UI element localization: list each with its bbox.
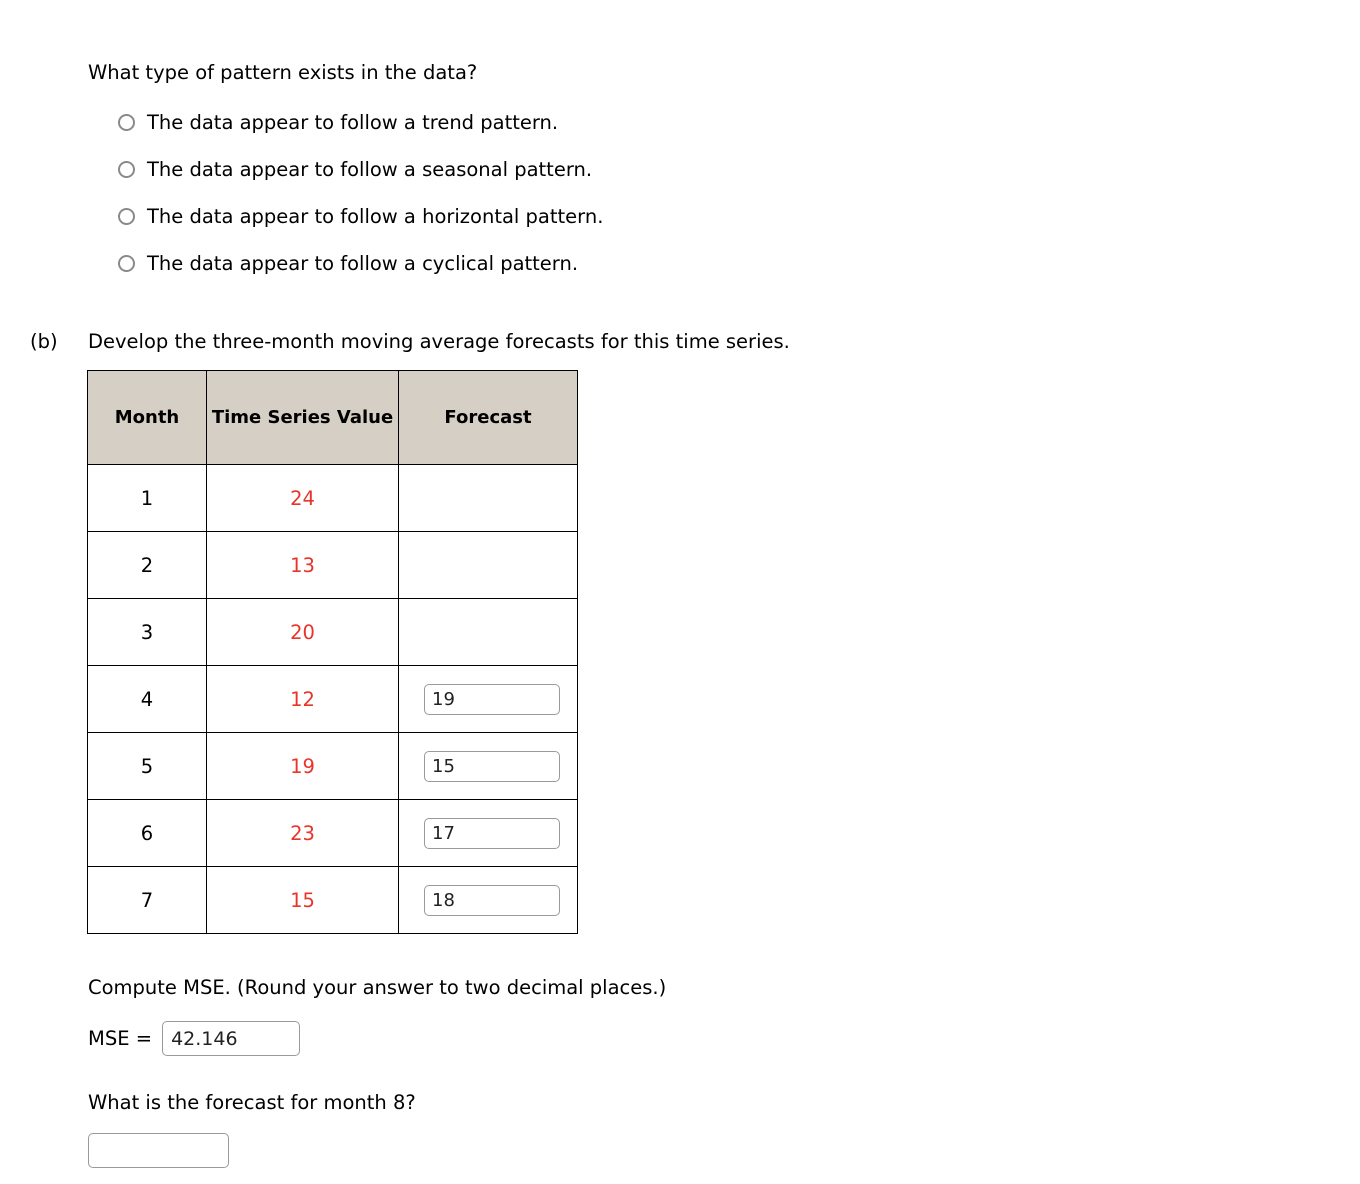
table-row: 7 15 18 — [87, 866, 578, 934]
part-b-text: Develop the three-month moving average f… — [88, 330, 790, 353]
column-header-time-series-value: Time Series Value — [206, 370, 399, 465]
option-label: The data appear to follow a horizontal p… — [147, 204, 604, 228]
table-header-row: Month Time Series Value Forecast — [87, 370, 578, 465]
radio-icon[interactable] — [118, 161, 135, 178]
pattern-options-group: The data appear to follow a trend patter… — [88, 99, 1088, 287]
mse-input[interactable]: 42.146 — [162, 1021, 301, 1056]
table-row: 6 23 17 — [87, 799, 578, 867]
option-label: The data appear to follow a seasonal pat… — [147, 157, 593, 181]
radio-icon[interactable] — [118, 255, 135, 272]
cell-forecast: 17 — [398, 799, 578, 867]
cell-time-series-value: 13 — [206, 531, 399, 599]
cell-month: 2 — [87, 531, 207, 599]
radio-icon[interactable] — [118, 208, 135, 225]
option-seasonal-pattern[interactable]: The data appear to follow a seasonal pat… — [118, 146, 1088, 193]
cell-month: 4 — [87, 665, 207, 733]
table-row: 3 20 — [87, 598, 578, 666]
cell-forecast — [398, 598, 578, 666]
mse-label: MSE = — [88, 1026, 153, 1050]
mse-row: MSE = 42.146 — [88, 1021, 988, 1056]
worksheet-page: What type of pattern exists in the data?… — [0, 0, 1360, 1184]
option-cyclical-pattern[interactable]: The data appear to follow a cyclical pat… — [118, 240, 1088, 287]
cell-time-series-value: 15 — [206, 866, 399, 934]
column-header-month: Month — [87, 370, 207, 465]
moving-average-table: Month Time Series Value Forecast 1 24 2 … — [87, 370, 578, 934]
radio-icon[interactable] — [118, 114, 135, 131]
option-trend-pattern[interactable]: The data appear to follow a trend patter… — [118, 99, 1088, 146]
cell-forecast: 15 — [398, 732, 578, 800]
forecast-input-month-7[interactable]: 18 — [424, 884, 560, 916]
cell-time-series-value: 12 — [206, 665, 399, 733]
cell-month: 1 — [87, 464, 207, 532]
table-row: 5 19 15 — [87, 732, 578, 800]
cell-time-series-value: 23 — [206, 799, 399, 867]
cell-time-series-value: 24 — [206, 464, 399, 532]
moving-average-table-wrapper: Month Time Series Value Forecast 1 24 2 … — [87, 370, 578, 934]
mse-section: Compute MSE. (Round your answer to two d… — [88, 975, 988, 1168]
forecast-input-month-6[interactable]: 17 — [424, 817, 560, 849]
cell-time-series-value: 19 — [206, 732, 399, 800]
forecast-input-month-4[interactable]: 19 — [424, 683, 560, 715]
cell-forecast — [398, 531, 578, 599]
option-horizontal-pattern[interactable]: The data appear to follow a horizontal p… — [118, 193, 1088, 240]
cell-forecast — [398, 464, 578, 532]
cell-month: 3 — [87, 598, 207, 666]
table-row: 2 13 — [87, 531, 578, 599]
cell-forecast: 19 — [398, 665, 578, 733]
option-label: The data appear to follow a trend patter… — [147, 110, 559, 134]
forecast-month8-input[interactable] — [88, 1133, 229, 1168]
column-header-forecast: Forecast — [398, 370, 578, 465]
cell-month: 7 — [87, 866, 207, 934]
pattern-question-block: What type of pattern exists in the data?… — [88, 60, 1088, 287]
cell-month: 5 — [87, 732, 207, 800]
part-b-heading: (b) Develop the three-month moving avera… — [30, 329, 1230, 355]
page-title: What type of pattern exists in the data? — [88, 61, 478, 84]
table-row: 4 12 19 — [87, 665, 578, 733]
cell-forecast: 18 — [398, 866, 578, 934]
forecast-input-month-5[interactable]: 15 — [424, 750, 560, 782]
cell-time-series-value: 20 — [206, 598, 399, 666]
option-label: The data appear to follow a cyclical pat… — [147, 251, 579, 275]
table-row: 1 24 — [87, 464, 578, 532]
cell-month: 6 — [87, 799, 207, 867]
table-head: Month Time Series Value Forecast — [87, 370, 578, 465]
table-body: 1 24 2 13 3 20 4 12 19 5 19 15 6 23 17 7… — [87, 464, 578, 934]
part-b-label: (b) — [30, 330, 58, 353]
forecast-month8-prompt: What is the forecast for month 8? — [88, 1091, 416, 1114]
mse-prompt: Compute MSE. (Round your answer to two d… — [88, 976, 667, 999]
